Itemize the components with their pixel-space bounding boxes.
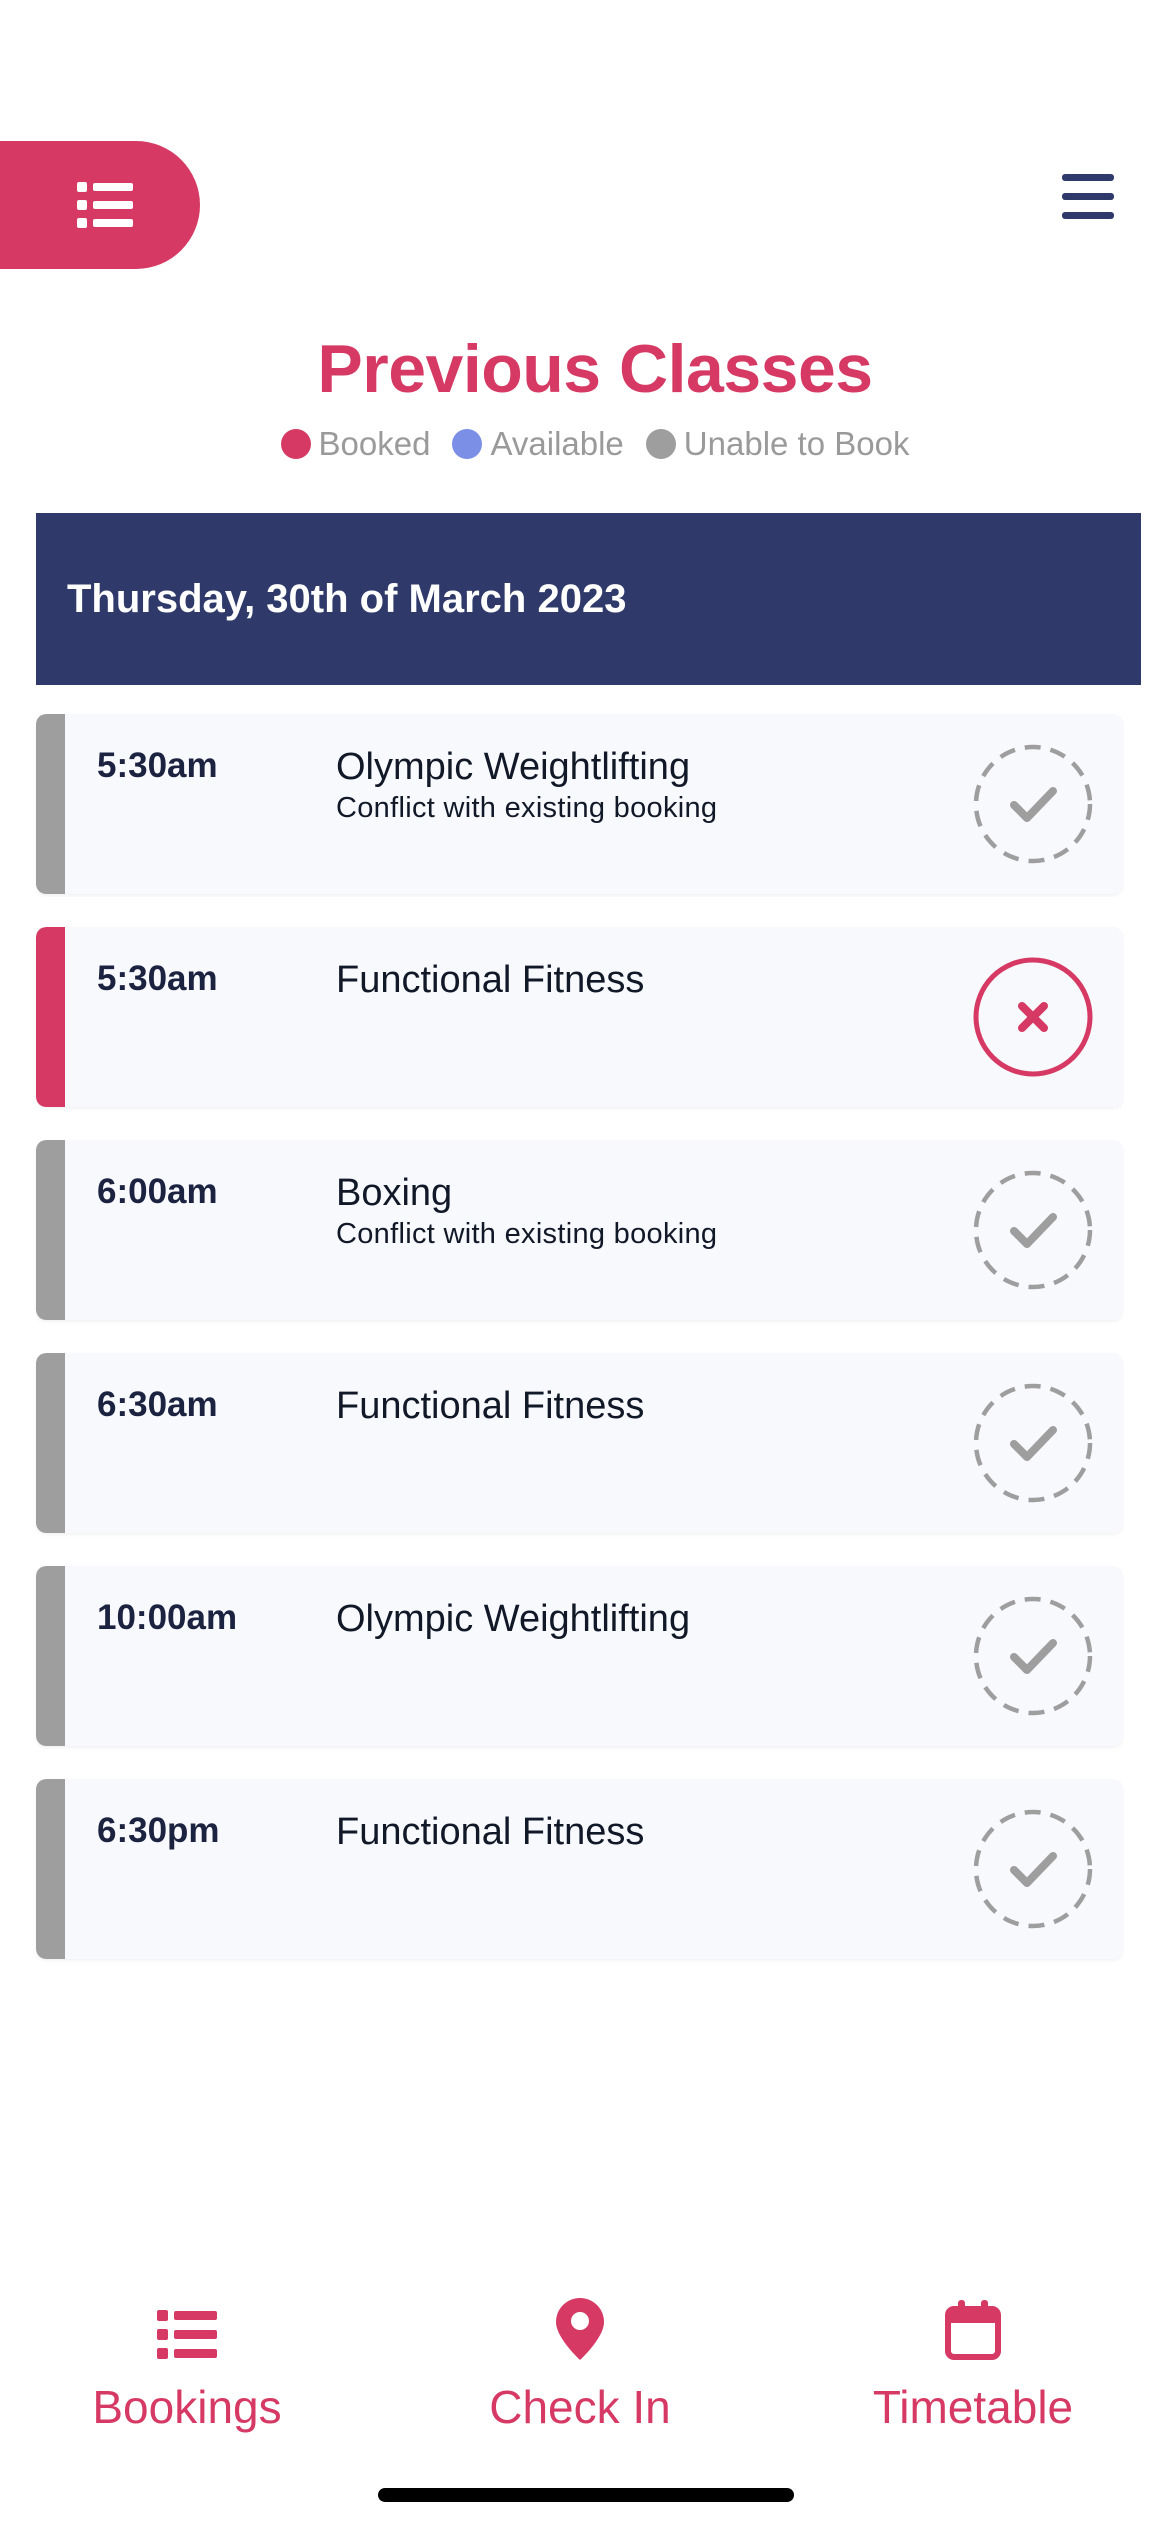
check-icon[interactable] — [972, 743, 1094, 865]
status-bar — [36, 1140, 65, 1320]
class-note: Conflict with existing booking — [336, 1218, 718, 1250]
cancel-icon[interactable] — [972, 956, 1094, 1078]
legend-booked: Booked — [280, 425, 431, 463]
class-time: 6:30pm — [97, 1811, 220, 1850]
status-bar — [36, 714, 65, 894]
class-name: Functional Fitness — [336, 1385, 645, 1427]
nav-bookings[interactable]: Bookings — [37, 2290, 337, 2434]
status-bar — [36, 1566, 65, 1746]
booked-dot-icon — [280, 429, 311, 459]
page-title: Previous Classes — [317, 331, 873, 407]
class-card[interactable]: 6:30pm Functional Fitness — [36, 1779, 1123, 1959]
nav-label: Check In — [489, 2381, 671, 2433]
menu-button[interactable] — [1062, 174, 1114, 220]
available-dot-icon — [452, 429, 483, 459]
date-header: Thursday, 30th of March 2023 — [36, 513, 1141, 685]
hamburger-icon — [1062, 174, 1114, 219]
bookings-list-button[interactable] — [0, 141, 200, 269]
class-name: Boxing — [336, 1172, 453, 1214]
legend-unable: Unable to Book — [645, 425, 910, 463]
legend-label: Unable to Book — [683, 425, 910, 462]
legend-label: Booked — [318, 425, 431, 462]
class-card[interactable]: 5:30am Olympic Weightlifting Conflict wi… — [36, 714, 1123, 894]
class-time: 5:30am — [97, 959, 218, 998]
nav-timetable[interactable]: Timetable — [823, 2290, 1123, 2434]
check-icon[interactable] — [972, 1595, 1094, 1717]
class-time: 6:30am — [97, 1385, 218, 1424]
class-list: 5:30am Olympic Weightlifting Conflict wi… — [36, 714, 1123, 1992]
class-card[interactable]: 10:00am Olympic Weightlifting — [36, 1566, 1123, 1746]
bottom-nav: Bookings Check In Timetable — [0, 2290, 1170, 2450]
status-bar — [36, 1779, 65, 1959]
class-time: 5:30am — [97, 746, 218, 785]
date-label: Thursday, 30th of March 2023 — [67, 576, 627, 621]
class-name: Functional Fitness — [336, 959, 645, 1001]
class-name: Functional Fitness — [336, 1811, 645, 1853]
class-card[interactable]: 6:30am Functional Fitness — [36, 1353, 1123, 1533]
status-bar — [36, 1353, 65, 1533]
unable-dot-icon — [645, 429, 676, 459]
list-icon — [77, 182, 133, 228]
class-card[interactable]: 5:30am Functional Fitness — [36, 927, 1123, 1107]
home-indicator — [378, 2488, 794, 2502]
class-time: 6:00am — [97, 1172, 218, 1211]
class-name: Olympic Weightlifting — [336, 1598, 691, 1640]
class-card[interactable]: 6:00am Boxing Conflict with existing boo… — [36, 1140, 1123, 1320]
calendar-icon — [945, 2300, 1001, 2360]
check-icon[interactable] — [972, 1169, 1094, 1291]
legend-label: Available — [490, 425, 624, 462]
class-note: Conflict with existing booking — [336, 792, 718, 824]
class-time: 10:00am — [97, 1598, 238, 1637]
nav-label: Bookings — [92, 2381, 282, 2433]
location-pin-icon — [556, 2298, 604, 2360]
nav-check-in[interactable]: Check In — [430, 2290, 730, 2434]
status-bar — [36, 927, 65, 1107]
check-icon[interactable] — [972, 1808, 1094, 1930]
class-name: Olympic Weightlifting — [336, 746, 691, 788]
list-icon — [157, 2310, 217, 2359]
status-legend: Booked Available Unable to Book — [0, 425, 1170, 463]
nav-label: Timetable — [872, 2381, 1074, 2433]
legend-available: Available — [452, 425, 624, 463]
check-icon[interactable] — [972, 1382, 1094, 1504]
